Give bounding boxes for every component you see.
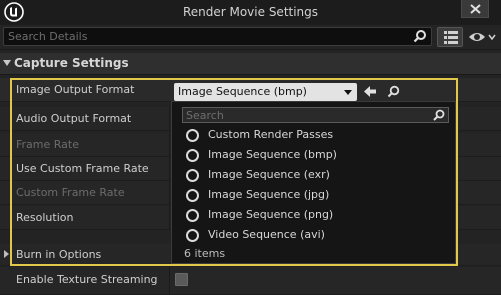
eye-icon[interactable] xyxy=(467,28,497,46)
row-label: Use Custom Frame Rate xyxy=(16,162,149,175)
combo-selected-value: Image Sequence (bmp) xyxy=(178,85,307,98)
window-title: Render Movie Settings xyxy=(182,5,319,19)
radio-icon xyxy=(186,149,199,162)
close-icon xyxy=(470,4,481,14)
row-enable-texture-streaming: Enable Texture Streaming xyxy=(0,267,501,295)
row-label: Resolution xyxy=(16,211,74,224)
dropdown-option[interactable]: Image Sequence (png) xyxy=(186,207,446,225)
details-search-box[interactable] xyxy=(3,27,432,46)
image-output-format-combo[interactable]: Image Sequence (bmp) xyxy=(174,83,357,101)
radio-icon xyxy=(186,189,199,202)
reset-arrow-icon[interactable] xyxy=(363,85,377,98)
format-dropdown-menu: Custom Render Passes Image Sequence (bmp… xyxy=(171,101,456,264)
row-label: Frame Rate xyxy=(16,138,79,151)
row-label: Audio Output Format xyxy=(16,112,132,125)
item-count-label: 6 items xyxy=(184,247,226,260)
radio-icon xyxy=(186,129,199,142)
dropdown-option[interactable]: Custom Render Passes xyxy=(186,127,446,145)
burn-in-label: Burn in Options xyxy=(16,248,102,261)
close-button[interactable] xyxy=(461,0,489,18)
dropdown-search-box[interactable] xyxy=(182,107,449,123)
section-title: Capture Settings xyxy=(14,56,129,70)
radio-icon xyxy=(186,169,199,182)
grid-view-icon xyxy=(444,31,458,44)
row-label: Enable Texture Streaming xyxy=(16,273,158,286)
dropdown-option[interactable]: Video Sequence (avi) xyxy=(186,227,446,245)
title-bar: Render Movie Settings xyxy=(0,0,501,25)
dropdown-option[interactable]: Image Sequence (exr) xyxy=(186,167,446,185)
radio-icon xyxy=(186,229,199,242)
radio-icon xyxy=(186,209,199,222)
property-matrix-button[interactable] xyxy=(437,27,463,47)
row-label: Image Output Format xyxy=(16,83,135,96)
dropdown-option[interactable]: Image Sequence (jpg) xyxy=(186,187,446,205)
row-label: Custom Frame Rate xyxy=(16,186,125,199)
dropdown-search-input[interactable] xyxy=(186,108,426,122)
texture-streaming-checkbox[interactable] xyxy=(175,273,188,286)
capture-settings-header[interactable]: Capture Settings xyxy=(0,53,501,75)
details-toolbar xyxy=(0,25,501,49)
expand-arrow-icon xyxy=(4,250,9,258)
collapse-arrow-icon xyxy=(3,60,11,66)
dropdown-option[interactable]: Image Sequence (bmp) xyxy=(186,147,446,165)
details-search-input[interactable] xyxy=(8,29,408,44)
browse-icon[interactable] xyxy=(387,85,400,98)
chevron-down-icon xyxy=(344,90,352,95)
search-icon[interactable] xyxy=(413,29,427,43)
search-icon[interactable] xyxy=(433,109,445,121)
